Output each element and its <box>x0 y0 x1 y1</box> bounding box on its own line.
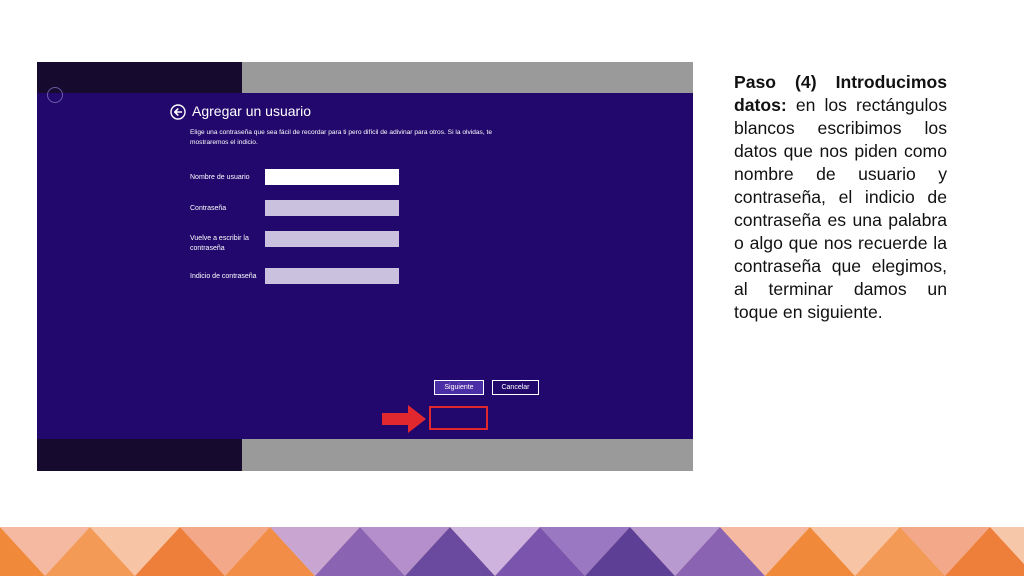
confirm-password-field[interactable] <box>265 231 399 247</box>
username-label: Nombre de usuario <box>190 174 250 181</box>
dialog-description: Elige una contraseña que sea fácil de re… <box>190 129 493 146</box>
decorative-triangle-band <box>0 527 1024 576</box>
dialog-title: Agregar un usuario <box>192 103 312 119</box>
cancel-button[interactable]: Cancelar <box>492 380 539 395</box>
next-button[interactable]: Siguiente <box>434 380 484 395</box>
confirm-password-label: Vuelve a escribir la contraseña <box>190 235 249 252</box>
next-button-highlight <box>429 406 488 430</box>
username-field[interactable] <box>265 169 399 185</box>
password-hint-field[interactable] <box>265 268 399 284</box>
screenshot: Agregar un usuario Elige una contraseña … <box>37 62 693 471</box>
back-arrow-icon[interactable] <box>170 104 186 120</box>
red-arrow-icon <box>382 405 426 433</box>
partial-circle-icon <box>47 87 63 103</box>
password-label: Contraseña <box>190 205 227 212</box>
add-user-dialog: Agregar un usuario Elige una contraseña … <box>37 87 693 439</box>
caption-text: en los rectángulos blancos escribimos lo… <box>734 95 947 322</box>
password-field[interactable] <box>265 200 399 216</box>
step-caption: Paso (4) Introducimos datos: en los rect… <box>734 71 947 324</box>
password-hint-label: Indicio de contraseña <box>190 273 257 280</box>
